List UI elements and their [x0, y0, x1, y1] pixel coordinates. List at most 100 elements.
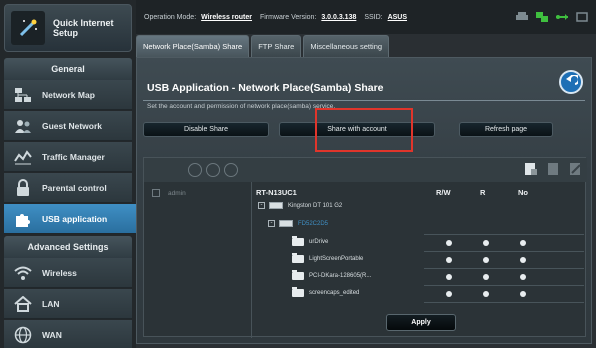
quick-internet-setup-button[interactable]: Quick Internet Setup	[4, 4, 132, 52]
radio-r[interactable]	[483, 257, 489, 263]
back-button[interactable]	[559, 70, 583, 94]
general-section-header: General	[4, 58, 132, 80]
radio-r[interactable]	[483, 291, 489, 297]
traffic-manager-icon	[12, 147, 34, 167]
folder-icon	[292, 236, 304, 246]
firmware-label: Firmware Version:	[259, 14, 317, 21]
wifi-icon	[12, 263, 34, 283]
radio-r[interactable]	[483, 274, 489, 280]
row-divider	[424, 234, 584, 235]
tab-ftp-share[interactable]: FTP Share	[251, 35, 302, 57]
puzzle-icon	[12, 209, 34, 229]
edit-account-icon[interactable]	[224, 163, 238, 177]
guest-network-icon	[12, 116, 34, 136]
sidebar-item-label: LAN	[42, 298, 60, 309]
globe-icon	[12, 325, 34, 345]
firmware-version-link[interactable]: 3.0.0.3.138	[321, 14, 356, 21]
page-title: USB Application - Network Place(Samba) S…	[147, 82, 384, 94]
tab-bar: Network Place(Samba) Share FTP Share Mis…	[136, 35, 390, 57]
account-name: admin	[168, 189, 186, 197]
ssid-label: SSID:	[364, 14, 383, 21]
collapse-toggle[interactable]: -	[258, 202, 265, 209]
tree-node-folder[interactable]: PCI-DKara-128605(R...	[292, 270, 372, 280]
collapse-toggle[interactable]: -	[268, 220, 275, 227]
column-header-no: No	[518, 188, 528, 197]
tab-miscellaneous-setting[interactable]: Miscellaneous setting	[303, 35, 390, 57]
wand-icon	[11, 11, 45, 45]
edit-folder-icon[interactable]	[569, 162, 581, 176]
column-header-rw: R/W	[436, 188, 451, 197]
sidebar-item-network-map[interactable]: Network Map	[4, 80, 132, 110]
sidebar: Quick Internet Setup General Network Map…	[0, 0, 142, 348]
status-bar: Operation Mode: Wireless router Firmware…	[136, 0, 596, 34]
sidebar-item-parental-control[interactable]: Parental control	[4, 173, 132, 203]
row-divider	[424, 302, 584, 303]
sidebar-item-wireless[interactable]: Wireless	[4, 258, 132, 288]
radio-no[interactable]	[520, 274, 526, 280]
refresh-page-button[interactable]: Refresh page	[459, 122, 553, 137]
sidebar-item-label: Parental control	[42, 182, 107, 193]
disable-share-button[interactable]: Disable Share	[143, 122, 269, 137]
network-status-icon[interactable]	[536, 12, 548, 22]
account-tools	[188, 163, 238, 177]
radio-rw[interactable]	[446, 291, 452, 297]
delete-folder-icon[interactable]	[547, 162, 559, 176]
router-info: Operation Mode: Wireless router Firmware…	[144, 14, 413, 21]
row-divider	[424, 251, 584, 252]
device-name: RT-N13UC1	[256, 188, 297, 197]
lock-icon	[12, 178, 34, 198]
sidebar-item-label: WAN	[42, 329, 62, 340]
account-list: admin	[144, 182, 252, 338]
tab-samba-share[interactable]: Network Place(Samba) Share	[136, 35, 250, 57]
usb-icon[interactable]	[556, 12, 568, 22]
tree-node-disk[interactable]: - Kingston DT 101 G2	[258, 202, 342, 209]
sidebar-item-lan[interactable]: LAN	[4, 289, 132, 319]
sidebar-item-guest-network[interactable]: Guest Network	[4, 111, 132, 141]
page-description: Set the account and permission of networ…	[147, 103, 336, 110]
radio-rw[interactable]	[446, 257, 452, 263]
highlight-box	[315, 108, 413, 152]
radio-no[interactable]	[520, 291, 526, 297]
folder-name: PCI-DKara-128605(R...	[309, 273, 372, 279]
operation-mode-link[interactable]: Wireless router	[201, 14, 252, 21]
radio-no[interactable]	[520, 257, 526, 263]
main-panel: USB Application - Network Place(Samba) S…	[136, 57, 592, 344]
folder-tools	[525, 162, 581, 176]
row-divider	[424, 285, 584, 286]
ssid-link[interactable]: ASUS	[388, 14, 407, 21]
network-map-icon	[12, 85, 34, 105]
sidebar-item-usb-application[interactable]: USB application	[4, 204, 142, 234]
account-item-admin[interactable]: admin	[144, 186, 252, 200]
tree-node-folder[interactable]: LightScreenPortable	[292, 253, 363, 263]
remove-account-icon[interactable]	[206, 163, 220, 177]
radio-r[interactable]	[483, 240, 489, 246]
radio-rw[interactable]	[446, 240, 452, 246]
status-icons	[516, 12, 588, 22]
tools-icon[interactable]	[576, 12, 588, 22]
sidebar-item-label: USB application	[42, 213, 108, 224]
share-table: admin RT-N13UC1 R/W R No - Kingston DT 1…	[143, 157, 587, 338]
add-folder-icon[interactable]	[525, 162, 537, 176]
radio-rw[interactable]	[446, 274, 452, 280]
row-divider	[424, 268, 584, 269]
tree-node-folder[interactable]: urDrive	[292, 236, 329, 246]
partition-icon	[279, 220, 293, 227]
disk-name: Kingston DT 101 G2	[288, 202, 343, 209]
folder-name: urDrive	[309, 239, 329, 245]
add-account-icon[interactable]	[188, 163, 202, 177]
folder-icon	[292, 287, 304, 297]
divider	[143, 100, 585, 101]
sidebar-item-traffic-manager[interactable]: Traffic Manager	[4, 142, 132, 172]
tree-node-folder[interactable]: screencaps_edited	[292, 287, 359, 297]
usb-drive-icon	[269, 202, 283, 209]
radio-no[interactable]	[520, 240, 526, 246]
column-header-r: R	[480, 188, 486, 197]
sidebar-item-wan[interactable]: WAN	[4, 320, 132, 348]
apply-button[interactable]: Apply	[386, 314, 456, 331]
quick-setup-label: Quick Internet Setup	[53, 18, 114, 38]
tree-node-partition[interactable]: - FD52C2D5	[268, 220, 328, 227]
printer-icon[interactable]	[516, 12, 528, 22]
share-table-toolbar	[144, 158, 587, 182]
folder-icon	[292, 253, 304, 263]
advanced-settings-header: Advanced Settings	[4, 236, 132, 258]
